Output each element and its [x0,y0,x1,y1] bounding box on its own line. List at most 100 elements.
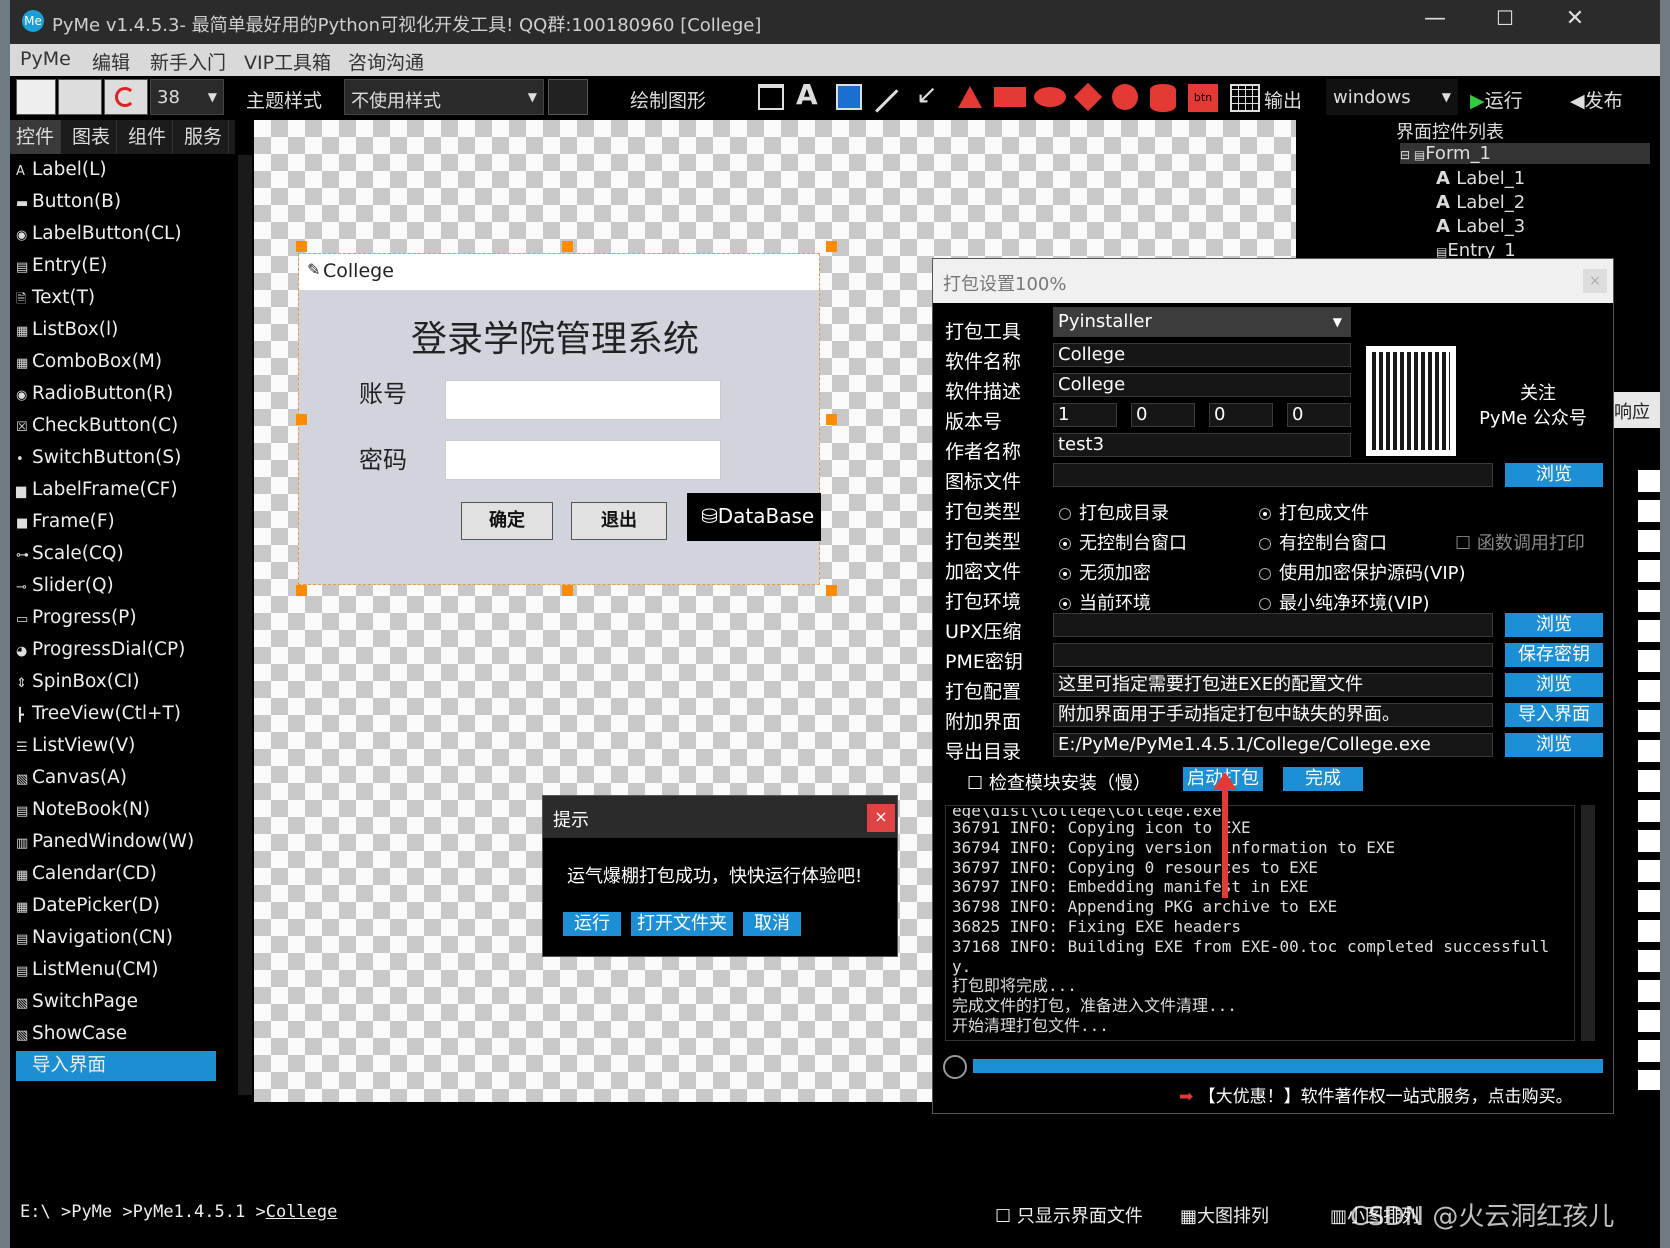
radio-pack-file[interactable]: 打包成文件 [1259,499,1369,525]
breadcrumb-item[interactable]: PyMe [71,1202,112,1222]
widget-list-item[interactable]: ▦ Calendar(CD) [16,859,216,889]
widget-list-item[interactable]: ▤ Entry(E) [16,251,216,281]
desc-input[interactable]: College [1053,373,1351,397]
radio-no-console[interactable]: 无控制台窗口 [1059,529,1187,555]
database-button[interactable]: ⛁DataBase [687,493,821,541]
widget-list-item[interactable]: ▧ SwitchPage [16,987,216,1017]
widget-list-item[interactable]: ◉ RadioButton(R) [16,379,216,409]
radio-pack-dir[interactable]: 打包成目录 [1059,499,1169,525]
cancel-button[interactable]: 取消 [743,912,801,936]
upx-input[interactable] [1053,613,1493,637]
widget-list-item[interactable]: ▬ Button(B) [16,187,216,217]
promo-link[interactable]: ➡ 【大优惠！】软件著作权一站式服务，点击购买。 [1179,1082,1573,1107]
menu-pyme[interactable]: PyMe [20,48,71,70]
form-preview[interactable]: ✎ College 登录学院管理系统 账号 密码 确定 退出 ⛁DataBase [298,253,821,585]
pme-key-input[interactable] [1053,643,1493,667]
tree-node[interactable]: ▤Entry_1 [1436,240,1516,258]
theme-select[interactable]: 不使用样式 ▼ [344,79,544,115]
func-print-checkbox[interactable]: ☐ 函数调用打印 [1455,529,1585,555]
widget-list-item[interactable]: ▤ NoteBook(N) [16,795,216,825]
radio-encrypt-vip[interactable]: 使用加密保护源码(VIP) [1259,559,1466,585]
author-input[interactable]: test3 [1053,433,1351,457]
diamond-tool-icon[interactable] [1073,82,1103,112]
widget-list-item[interactable]: 🗎 Text(T) [16,283,216,313]
tab-charts[interactable]: 图表 [66,120,118,154]
close-icon[interactable]: × [1583,269,1607,293]
run-button[interactable]: ▶运行 [1470,86,1523,113]
run-button[interactable]: 运行 [563,912,621,936]
resize-handle[interactable] [826,241,837,252]
import-ui-button[interactable]: 导入界面 [1505,703,1603,727]
widget-list-item[interactable]: • SwitchButton(S) [16,443,216,473]
ok-button[interactable]: 确定 [461,502,553,540]
resize-handle[interactable] [562,241,573,252]
breadcrumb-item[interactable]: PyMe1.4.5.1 [133,1202,246,1222]
resize-handle[interactable] [296,414,307,425]
browse-config-button[interactable]: 浏览 [1505,673,1603,697]
password-input[interactable] [445,440,721,480]
close-icon[interactable]: ✕ [1552,6,1598,38]
tab-services[interactable]: 服务 [178,120,230,154]
resize-handle[interactable] [826,585,837,596]
tree-node[interactable]: A Label_3 [1436,216,1525,237]
widget-list-item[interactable]: ▥ PanedWindow(W) [16,827,216,857]
monitor-icon[interactable] [548,79,588,115]
output-label[interactable]: 输出 [1264,86,1302,113]
tree-node[interactable]: A Label_2 [1436,192,1525,213]
radio-no-encrypt[interactable]: 无须加密 [1059,559,1151,585]
widget-list-scrollbar[interactable] [238,155,252,1095]
widget-list-item[interactable]: ▭ Progress(P) [16,603,216,633]
save-key-button[interactable]: 保存密钥 [1505,643,1603,667]
widget-list-item[interactable]: ▤ ListMenu(CM) [16,955,216,985]
resize-handle[interactable] [296,585,307,596]
cylinder-tool-icon[interactable] [1150,84,1176,112]
text-tool-icon[interactable]: A [796,78,818,111]
widget-list-item[interactable]: ▦ ListBox(l) [16,315,216,345]
tree-root[interactable]: ⊟ ▤Form_1 [1400,143,1650,164]
menu-edit[interactable]: 编辑 [92,48,130,75]
ellipse-tool-icon[interactable] [1034,87,1066,107]
close-icon[interactable]: × [867,804,895,832]
breadcrumb-item[interactable]: College [266,1202,338,1222]
resize-handle[interactable] [296,241,307,252]
table-tool-icon[interactable] [1230,84,1260,112]
font-size-select[interactable]: 38 ▼ [150,79,224,115]
minimize-icon[interactable]: — [1412,6,1458,38]
open-folder-button[interactable]: 打开文件夹 [631,912,733,936]
image-icon[interactable] [58,79,102,115]
breadcrumb-item[interactable]: E:\ [20,1202,51,1222]
config-input[interactable]: 这里可指定需要打包进EXE的配置文件 [1053,673,1493,697]
platform-select[interactable]: windows ▼ [1326,79,1458,115]
browse-icon-button[interactable]: 浏览 [1505,463,1603,487]
rect-tool-icon[interactable] [994,87,1026,107]
browse-upx-button[interactable]: 浏览 [1505,613,1603,637]
publish-button[interactable]: ◀发布 [1570,86,1623,113]
browse-output-button[interactable]: 浏览 [1505,733,1603,757]
widget-list-item[interactable]: ▦ DatePicker(D) [16,891,216,921]
version-patch-input[interactable]: 0 [1209,403,1273,427]
widget-list-item[interactable]: ☰ ListView(V) [16,731,216,761]
widget-list-item[interactable]: ■ Frame(F) [16,507,216,537]
widget-list-item[interactable]: A Label(L) [16,155,216,185]
widget-list-item[interactable]: ⊶ Scale(CQ) [16,539,216,569]
radio-current-env[interactable]: 当前环境 [1059,589,1151,615]
output-dir-input[interactable]: E:/PyMe/PyMe1.4.5.1/College/College.exe [1053,733,1493,757]
widget-list-item[interactable]: ▆ LabelFrame(CF) [16,475,216,505]
only-ui-checkbox[interactable]: ☐ 只显示界面文件 [995,1202,1143,1228]
widget-list-item[interactable]: ◕ ProgressDial(CP) [16,635,216,665]
account-input[interactable] [445,380,721,420]
button-tool-icon[interactable]: btn [1188,84,1218,112]
big-icons-button[interactable]: ▦大图排列 [1180,1202,1269,1228]
menu-beginner[interactable]: 新手入门 [150,48,226,75]
version-minor-input[interactable]: 0 [1131,403,1195,427]
line-tool-icon[interactable] [875,89,899,113]
menu-consult[interactable]: 咨询沟通 [348,48,424,75]
radio-clean-env[interactable]: 最小纯净环境(VIP) [1259,589,1430,615]
eraser-icon[interactable] [16,79,56,115]
triangle-tool-icon[interactable] [958,86,982,108]
widget-list-item[interactable]: ┣ TreeView(Ctl+T) [16,699,216,729]
name-input[interactable]: College [1053,343,1351,367]
trash-icon[interactable] [758,84,784,110]
circle-tool-icon[interactable] [1112,84,1138,110]
widget-list-item[interactable]: ▧ ShowCase [16,1019,216,1049]
